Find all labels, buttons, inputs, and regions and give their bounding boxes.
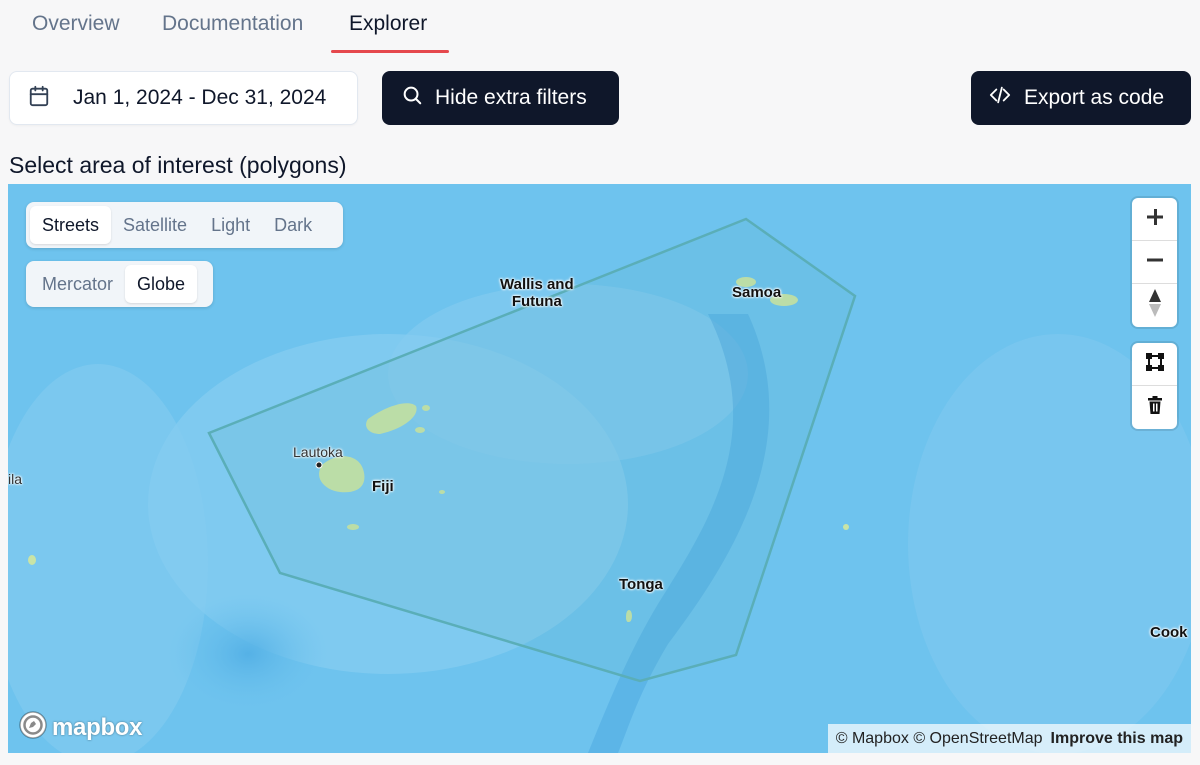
hide-filters-button[interactable]: Hide extra filters [382, 71, 619, 125]
style-dark[interactable]: Dark [262, 206, 324, 244]
plus-icon [1145, 207, 1165, 232]
attribution-text[interactable]: © Mapbox © OpenStreetMap [836, 730, 1043, 748]
draw-polygon-icon [1145, 352, 1165, 377]
hide-filters-label: Hide extra filters [435, 86, 587, 109]
projection-globe[interactable]: Globe [125, 265, 198, 303]
style-satellite[interactable]: Satellite [111, 206, 199, 244]
code-icon [988, 84, 1012, 112]
tab-explorer[interactable]: Explorer [349, 12, 427, 36]
map-label-cook: Cook [1150, 624, 1188, 641]
map-label-lautoka: Lautoka [293, 444, 343, 460]
navigation-controls [1132, 198, 1177, 327]
draw-controls [1132, 343, 1177, 429]
date-range-label: Jan 1, 2024 - Dec 31, 2024 [73, 86, 327, 109]
map-label-tonga: Tonga [619, 576, 663, 593]
zoom-in-button[interactable] [1132, 198, 1177, 241]
export-code-label: Export as code [1024, 86, 1165, 109]
map-label-wallis: Wallis and Futuna [500, 276, 574, 310]
map-projection-switcher: Mercator Globe [26, 261, 213, 307]
style-streets[interactable]: Streets [30, 206, 112, 244]
projection-mercator[interactable]: Mercator [30, 265, 125, 303]
map-label-samoa: Samoa [732, 284, 782, 301]
trash-icon [1145, 395, 1165, 420]
section-title: Select area of interest (polygons) [9, 152, 347, 178]
tab-bar: Overview Documentation Explorer [0, 0, 1200, 54]
mapbox-logo[interactable]: mapbox [18, 710, 143, 745]
map-label-ila: ila [8, 471, 23, 487]
search-icon [401, 84, 423, 112]
map-style-switcher: Streets Satellite Light Dark [26, 202, 343, 248]
map-canvas[interactable]: Wallis and Futuna Samoa Lautoka Fiji Ton… [8, 184, 1191, 753]
mapbox-logo-text: mapbox [52, 713, 143, 741]
date-range-picker[interactable]: Jan 1, 2024 - Dec 31, 2024 [9, 71, 358, 125]
export-code-button[interactable]: Export as code [971, 71, 1191, 125]
calendar-icon [28, 85, 50, 112]
style-light[interactable]: Light [199, 206, 262, 244]
zoom-out-button[interactable] [1132, 241, 1177, 284]
draw-polygon-button[interactable] [1132, 343, 1177, 386]
reset-bearing-button[interactable] [1132, 284, 1177, 327]
tab-overview[interactable]: Overview [32, 12, 120, 36]
compass-icon [1147, 288, 1163, 323]
active-tab-indicator [331, 50, 449, 53]
map-attribution: © Mapbox © OpenStreetMap Improve this ma… [827, 724, 1191, 753]
tab-documentation[interactable]: Documentation [162, 12, 303, 36]
map-label-fiji: Fiji [372, 478, 394, 495]
improve-map-link[interactable]: Improve this map [1051, 730, 1183, 748]
delete-polygon-button[interactable] [1132, 386, 1177, 429]
mapbox-logo-icon [18, 710, 48, 745]
minus-icon [1145, 250, 1165, 275]
